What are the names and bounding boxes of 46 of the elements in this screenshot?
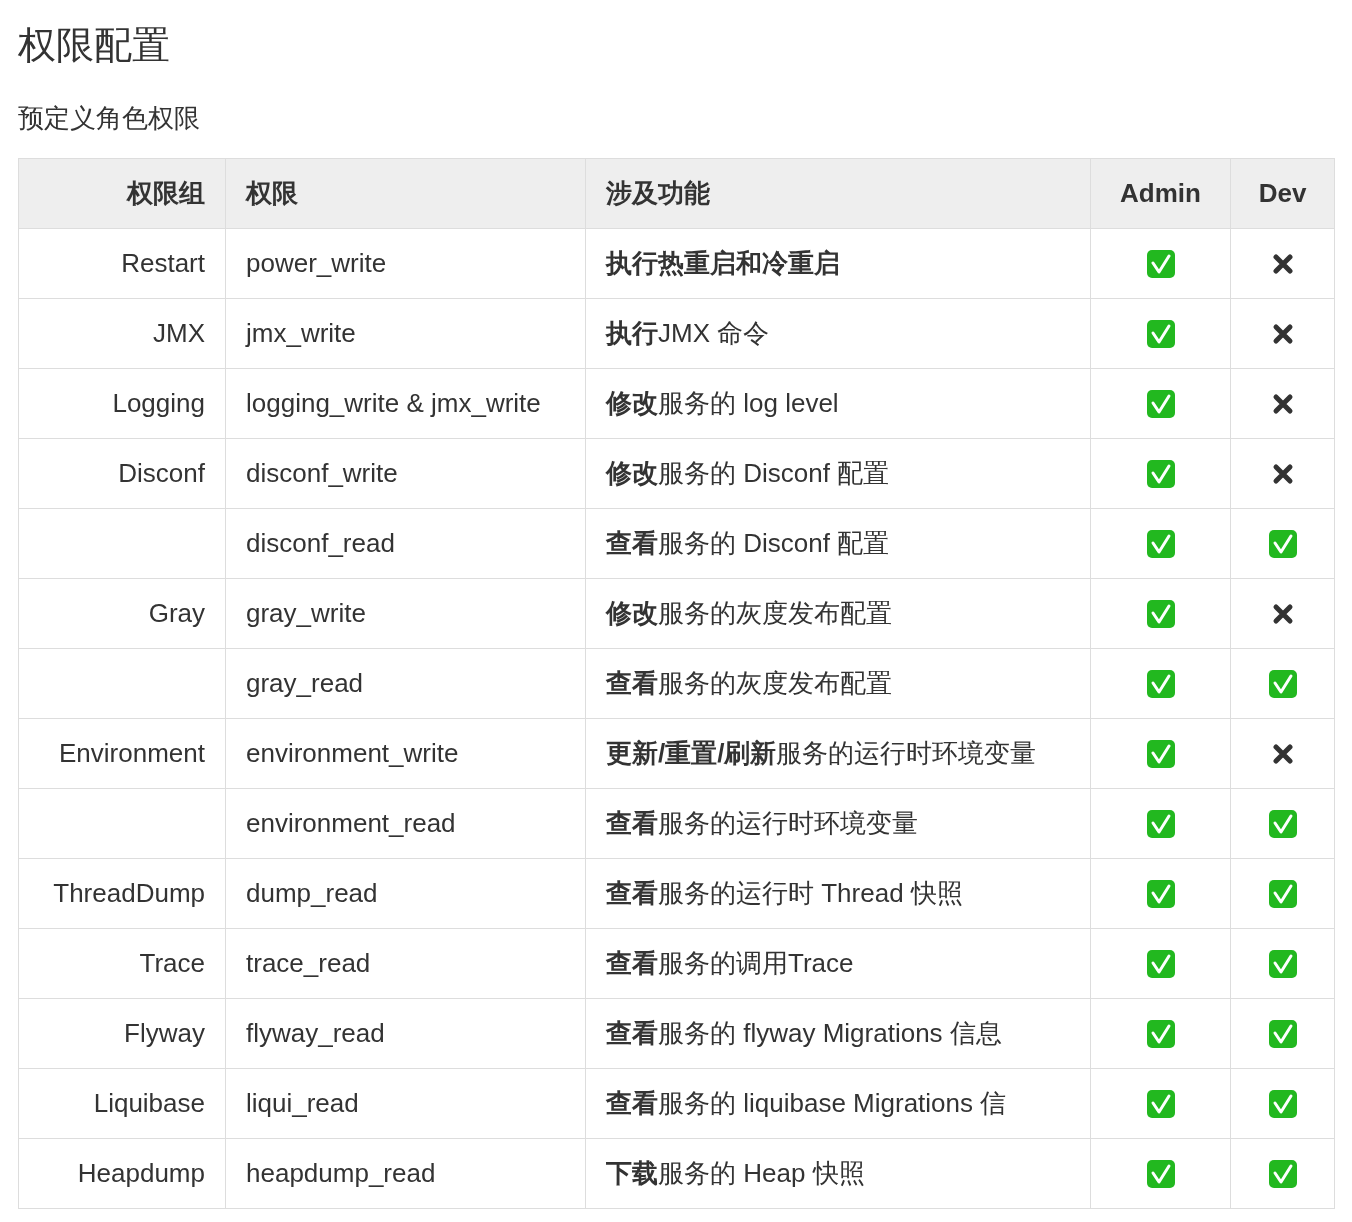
column-header: 权限 — [225, 158, 586, 229]
table-cell: jmx_write — [225, 298, 586, 369]
column-header: 涉及功能 — [585, 158, 1091, 229]
table-cell: 执行JMX 命令 — [585, 298, 1091, 369]
table-cell: 查看服务的 Disconf 配置 — [585, 508, 1091, 579]
table-cell: Disconf — [18, 438, 226, 509]
table-cell: disconf_read — [225, 508, 586, 579]
table-cell: 查看服务的调用Trace — [585, 928, 1091, 999]
table-cell: ThreadDump — [18, 858, 226, 929]
column-header: 权限组 — [18, 158, 226, 229]
table-cell: 查看服务的 flyway Migrations 信息 — [585, 998, 1091, 1069]
table-cell: gray_write — [225, 578, 586, 649]
table-cell: Heapdump — [18, 1138, 226, 1209]
table-cell: JMX — [18, 298, 226, 369]
column-header: Dev — [1230, 158, 1335, 229]
table-cell: 执行热重启和冷重启 — [585, 228, 1091, 299]
table-cell: Logging — [18, 368, 226, 439]
table-cell: 下载服务的 Heap 快照 — [585, 1138, 1091, 1209]
table-cell: Flyway — [18, 998, 226, 1069]
table-cell: trace_read — [225, 928, 586, 999]
table-cell: Gray — [18, 578, 226, 649]
table-cell: 修改服务的灰度发布配置 — [585, 578, 1091, 649]
table-cell: Environment — [18, 718, 226, 789]
table-cell: dump_read — [225, 858, 586, 929]
table-cell: environment_write — [225, 718, 586, 789]
table-cell: heapdump_read — [225, 1138, 586, 1209]
table-cell: liqui_read — [225, 1068, 586, 1139]
table-cell: Liquibase — [18, 1068, 226, 1139]
page-title: 权限配置 — [18, 23, 171, 68]
table-cell: 查看服务的运行时环境变量 — [585, 788, 1091, 859]
table-cell: Trace — [18, 928, 226, 999]
table-cell: 更新/重置/刷新服务的运行时环境变量 — [585, 718, 1091, 789]
table-cell: disconf_write — [225, 438, 586, 509]
column-header: Admin — [1090, 158, 1231, 229]
table-cell: gray_read — [225, 648, 586, 719]
table-cell: power_write — [225, 228, 586, 299]
table-cell: 查看服务的运行时 Thread 快照 — [585, 858, 1091, 929]
table-cell: 修改服务的 log level — [585, 368, 1091, 439]
table-cell: 查看服务的 liquibase Migrations 信 — [585, 1068, 1091, 1139]
table-cell: 查看服务的灰度发布配置 — [585, 648, 1091, 719]
table-cell: 修改服务的 Disconf 配置 — [585, 438, 1091, 509]
table-cell: logging_write & jmx_write — [225, 368, 586, 439]
table-cell: environment_read — [225, 788, 586, 859]
table-cell: flyway_read — [225, 998, 586, 1069]
table-cell: Restart — [18, 228, 226, 299]
section-subtitle: 预定义角色权限 — [18, 102, 201, 135]
